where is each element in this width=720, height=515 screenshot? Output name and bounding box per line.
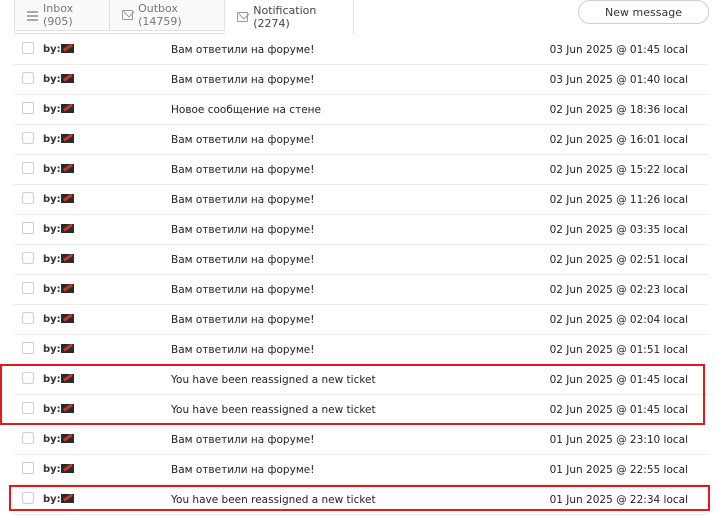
message-subject[interactable]: Вам ответили на форуме!	[171, 74, 314, 86]
message-subject[interactable]: Вам ответили на форуме!	[171, 344, 314, 356]
sender-avatar[interactable]	[61, 344, 74, 353]
new-message-label: New message	[605, 5, 682, 19]
sender-avatar[interactable]	[61, 164, 74, 173]
select-checkbox[interactable]	[22, 282, 34, 294]
sender-by-label: by:	[43, 464, 61, 475]
sender-by-label: by:	[43, 134, 61, 145]
mailbox-tabs: Inbox (905) Outbox (14759) Notification …	[14, 0, 354, 34]
message-row[interactable]: by: Вам ответили на форуме! 03 Jun 2025 @ …	[14, 65, 709, 95]
message-date: 01 Jun 2025 @ 22:55 local	[549, 464, 688, 476]
message-subject[interactable]: Вам ответили на форуме!	[171, 254, 314, 266]
message-row[interactable]: by: Вам ответили на форуме! 02 Jun 2025 @ …	[14, 125, 709, 155]
select-checkbox[interactable]	[22, 432, 34, 444]
select-checkbox[interactable]	[22, 192, 34, 204]
tab-notification-label: Notification (2274)	[253, 3, 317, 30]
highlight-box-reassigned-single	[9, 485, 710, 511]
message-date: 02 Jun 2025 @ 02:04 local	[549, 314, 688, 326]
message-date: 02 Jun 2025 @ 02:51 local	[549, 254, 688, 266]
select-checkbox[interactable]	[22, 342, 34, 354]
sender-avatar[interactable]	[61, 74, 74, 83]
message-subject[interactable]: Вам ответили на форуме!	[171, 434, 314, 446]
sender-by-label: by:	[43, 44, 61, 55]
message-date: 02 Jun 2025 @ 01:51 local	[549, 344, 688, 356]
list-icon	[27, 10, 39, 21]
select-checkbox[interactable]	[22, 132, 34, 144]
sender-avatar[interactable]	[61, 254, 74, 263]
tab-outbox-label: Outbox (14759)	[138, 2, 182, 28]
message-subject[interactable]: Вам ответили на форуме!	[171, 314, 314, 326]
message-row[interactable]: by: Вам ответили на форуме! 02 Jun 2025 @ …	[14, 245, 709, 275]
sender-by-label: by:	[43, 194, 61, 205]
message-subject[interactable]: Новое сообщение на стене	[171, 104, 321, 116]
tab-inbox[interactable]: Inbox (905)	[14, 0, 110, 31]
message-subject[interactable]: Вам ответили на форуме!	[171, 224, 314, 236]
tab-notification[interactable]: Notification (2274)	[224, 0, 354, 34]
sender-by-label: by:	[43, 104, 61, 115]
message-date: 02 Jun 2025 @ 02:23 local	[549, 284, 688, 296]
sender-by-label: by:	[43, 74, 61, 85]
message-date: 02 Jun 2025 @ 11:26 local	[549, 194, 688, 206]
sender-by-label: by:	[43, 164, 61, 175]
select-checkbox[interactable]	[22, 102, 34, 114]
message-subject[interactable]: Вам ответили на форуме!	[171, 134, 314, 146]
sender-by-label: by:	[43, 344, 61, 355]
select-checkbox[interactable]	[22, 462, 34, 474]
message-subject[interactable]: Вам ответили на форуме!	[171, 464, 314, 476]
message-subject[interactable]: Вам ответили на форуме!	[171, 164, 314, 176]
message-row[interactable]: by: Вам ответили на форуме! 03 Jun 2025 @ …	[14, 35, 709, 65]
sender-avatar[interactable]	[61, 194, 74, 203]
select-checkbox[interactable]	[22, 162, 34, 174]
sender-avatar[interactable]	[61, 284, 74, 293]
message-date: 01 Jun 2025 @ 23:10 local	[549, 434, 688, 446]
message-list: by: Вам ответили на форуме! 03 Jun 2025 @ …	[14, 35, 709, 515]
select-checkbox[interactable]	[22, 222, 34, 234]
message-date: 03 Jun 2025 @ 01:40 local	[549, 74, 688, 86]
message-subject[interactable]: Вам ответили на форуме!	[171, 194, 314, 206]
envelope-icon	[236, 11, 249, 22]
select-checkbox[interactable]	[22, 72, 34, 84]
sender-by-label: by:	[43, 314, 61, 325]
sender-avatar[interactable]	[61, 134, 74, 143]
select-checkbox[interactable]	[22, 42, 34, 54]
message-date: 02 Jun 2025 @ 15:22 local	[549, 164, 688, 176]
sender-avatar[interactable]	[61, 104, 74, 113]
message-subject[interactable]: Вам ответили на форуме!	[171, 44, 314, 56]
message-row[interactable]: by: Вам ответили на форуме! 01 Jun 2025 @ …	[14, 425, 709, 455]
message-row[interactable]: by: Вам ответили на форуме! 02 Jun 2025 @ …	[14, 275, 709, 305]
highlight-box-reassigned-pair	[0, 364, 705, 425]
message-date: 02 Jun 2025 @ 03:35 local	[549, 224, 688, 236]
message-row[interactable]: by: Вам ответили на форуме! 02 Jun 2025 @ …	[14, 155, 709, 185]
sender-by-label: by:	[43, 224, 61, 235]
message-row[interactable]: by: Вам ответили на форуме! 02 Jun 2025 @ …	[14, 335, 709, 365]
sender-avatar[interactable]	[61, 464, 74, 473]
select-checkbox[interactable]	[22, 252, 34, 264]
sender-avatar[interactable]	[61, 314, 74, 323]
select-checkbox[interactable]	[22, 312, 34, 324]
message-date: 03 Jun 2025 @ 01:45 local	[549, 44, 688, 56]
message-row[interactable]: by: Вам ответили на форуме! 02 Jun 2025 @ …	[14, 215, 709, 245]
sender-avatar[interactable]	[61, 44, 74, 53]
new-message-button[interactable]: New message	[578, 0, 709, 24]
message-row[interactable]: by: Вам ответили на форуме! 02 Jun 2025 @ …	[14, 185, 709, 215]
tab-inbox-label: Inbox (905)	[43, 2, 74, 28]
message-date: 02 Jun 2025 @ 18:36 local	[549, 104, 688, 116]
sender-avatar[interactable]	[61, 224, 74, 233]
message-subject[interactable]: Вам ответили на форуме!	[171, 284, 314, 296]
envelope-icon	[121, 10, 134, 20]
message-row[interactable]: by: Вам ответили на форуме! 01 Jun 2025 @ …	[14, 455, 709, 485]
sender-by-label: by:	[43, 284, 61, 295]
sender-by-label: by:	[43, 254, 61, 265]
tab-outbox[interactable]: Outbox (14759)	[109, 0, 225, 31]
sender-by-label: by:	[43, 434, 61, 445]
message-row[interactable]: by: Вам ответили на форуме! 02 Jun 2025 @ …	[14, 305, 709, 335]
sender-avatar[interactable]	[61, 434, 74, 443]
message-date: 02 Jun 2025 @ 16:01 local	[549, 134, 688, 146]
message-row[interactable]: by: Новое сообщение на стене 02 Jun 2025 @…	[14, 95, 709, 125]
